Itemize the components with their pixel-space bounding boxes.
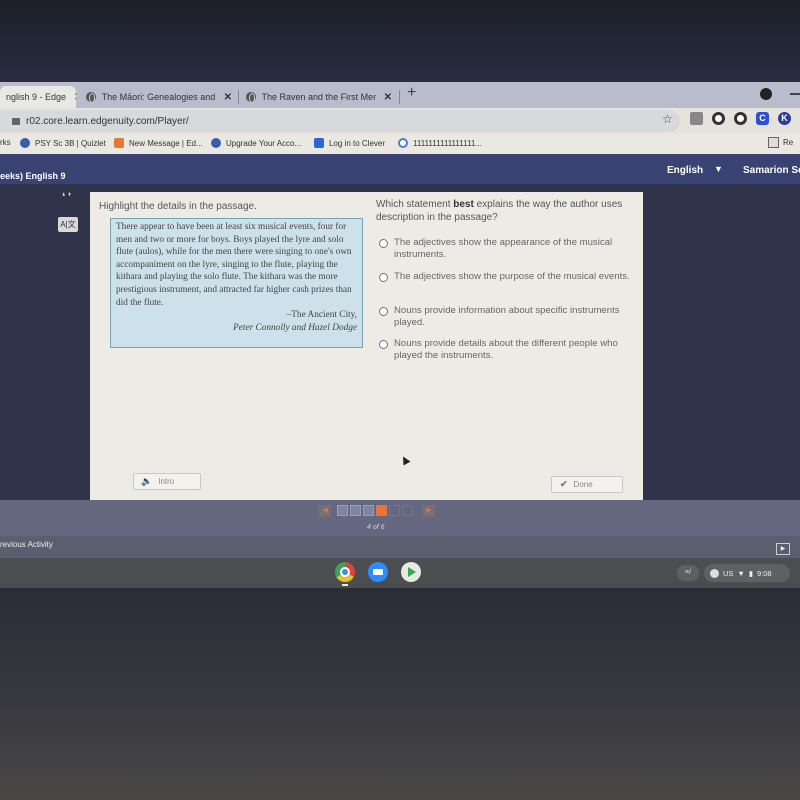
address-bar[interactable]: r02.core.learn.edgenuity.com/Player/ <box>0 110 680 132</box>
radio-button[interactable] <box>379 307 388 316</box>
user-name[interactable]: Samarion Se <box>743 165 800 176</box>
page-count: 4 of 6 <box>367 524 385 531</box>
answer-option-4[interactable]: Nouns provide details about the differen… <box>379 338 641 362</box>
dictionary-icon[interactable]: A|文 <box>58 217 78 232</box>
language-selector[interactable]: English <box>667 165 703 176</box>
bookmark-apps[interactable]: rks <box>0 138 11 147</box>
minimize-icon[interactable] <box>790 93 800 95</box>
status-tray[interactable]: US ▼ ▮ 9:08 <box>704 564 790 582</box>
chat-icon[interactable] <box>712 112 725 125</box>
power-icon[interactable] <box>734 112 747 125</box>
monitor-bezel-bottom <box>0 588 800 800</box>
quizlet-icon <box>211 138 221 148</box>
quizlet-icon <box>20 138 30 148</box>
input-method: US <box>723 568 734 578</box>
answer-option-2[interactable]: The adjectives show the purpose of the m… <box>379 271 641 283</box>
instruction-text: Highlight the details in the passage. <box>99 201 257 212</box>
done-button[interactable]: ✔ Done <box>551 476 623 493</box>
tab-raven[interactable]: The Raven and the First Men: Th ✕ <box>240 86 398 108</box>
chevron-down-icon[interactable]: ▼ <box>714 164 723 174</box>
tab-strip: nglish 9 - Edge ✕ The Māori: Genealogies… <box>0 82 800 108</box>
profile-icon[interactable] <box>760 88 772 100</box>
page-square-6[interactable] <box>402 505 413 516</box>
site-info-icon[interactable] <box>12 117 20 125</box>
close-tab-icon[interactable]: ✕ <box>384 92 392 103</box>
tab-maori[interactable]: The Māori: Genealogies and Orig ✕ <box>80 86 238 108</box>
next-activity-button[interactable]: ▶ <box>776 543 790 555</box>
bookmark-star-icon[interactable]: ☆ <box>662 112 673 126</box>
passage-source: –The Ancient City, <box>286 310 357 321</box>
wifi-icon: ▼ <box>737 568 745 578</box>
course-title: eeks) English 9 <box>0 171 66 181</box>
clever-c-icon[interactable]: C <box>756 112 769 125</box>
clipboard-icon[interactable]: ≡/ <box>677 565 699 581</box>
tab-divider <box>238 90 239 104</box>
bookmark-clever[interactable]: Log in to Clever <box>314 138 385 148</box>
play-store-icon[interactable] <box>401 562 421 582</box>
app-header: eeks) English 9 English ▼ Samarion Se <box>0 154 800 184</box>
edmodo-icon <box>114 138 124 148</box>
speaker-icon: 🔈 <box>141 476 153 486</box>
bookmark-quizlet[interactable]: PSY Sc 3B | Quizlet <box>20 138 106 148</box>
passage-box[interactable]: There appear to have been at least six m… <box>110 218 363 348</box>
previous-page-button[interactable]: ◀ <box>319 505 331 517</box>
monitor-bezel-top <box>0 0 800 82</box>
page-square-5[interactable] <box>389 505 400 516</box>
url-text: r02.core.learn.edgenuity.com/Player/ <box>26 115 189 127</box>
option-label: The adjectives show the purpose of the m… <box>394 271 630 282</box>
bookmark-loading[interactable]: 1111111111111111... <box>398 138 482 148</box>
globe-icon <box>246 92 256 103</box>
next-page-button[interactable]: ▶ <box>423 505 435 517</box>
clever-icon <box>314 138 324 148</box>
radio-button[interactable] <box>379 239 388 248</box>
page-navigator <box>0 500 800 536</box>
bookmark-upgrade[interactable]: Upgrade Your Acco... <box>211 138 301 148</box>
option-label: Nouns provide details about the differen… <box>394 338 618 361</box>
page-square-3[interactable] <box>363 505 374 516</box>
screencast-icon[interactable] <box>690 112 703 125</box>
checkmark-icon: ✔ <box>560 479 568 489</box>
loading-icon <box>398 138 408 148</box>
reading-list-icon <box>768 137 779 148</box>
option-label: The adjectives show the appearance of th… <box>394 237 613 260</box>
passage-text[interactable]: There appear to have been at least six m… <box>116 221 357 309</box>
close-tab-icon[interactable]: ✕ <box>74 92 76 103</box>
reading-list[interactable]: Re <box>768 137 793 148</box>
page-square-2[interactable] <box>350 505 361 516</box>
tab-english-9[interactable]: nglish 9 - Edge ✕ <box>0 86 76 108</box>
tab-title: The Raven and the First Men: Th <box>261 92 376 102</box>
close-tab-icon[interactable]: ✕ <box>224 92 232 103</box>
battery-icon: ▮ <box>748 568 753 578</box>
browser-toolbar: r02.core.learn.edgenuity.com/Player/ <box>0 108 800 134</box>
globe-icon <box>86 92 96 103</box>
question-prompt: Which statement best explains the way th… <box>376 199 623 223</box>
new-tab-button[interactable]: + <box>407 84 416 102</box>
radio-button[interactable] <box>379 273 388 282</box>
running-indicator <box>342 584 348 586</box>
bookmark-new-message[interactable]: New Message | Ed... <box>114 138 203 148</box>
tab-title: nglish 9 - Edge <box>6 92 67 102</box>
zoom-icon[interactable] <box>368 562 388 582</box>
tab-divider <box>399 90 400 104</box>
k-icon[interactable]: K <box>778 112 791 125</box>
previous-activity-link[interactable]: revious Activity <box>0 540 53 549</box>
clock: 9:08 <box>757 568 772 578</box>
passage-authors: Peter Connolly and Hazel Dodge <box>233 322 357 333</box>
answer-option-1[interactable]: The adjectives show the appearance of th… <box>379 237 641 261</box>
page-square-1[interactable] <box>337 505 348 516</box>
intro-button[interactable]: 🔈 Intro <box>133 473 201 490</box>
page-square-4[interactable] <box>376 505 387 516</box>
tab-title: The Māori: Genealogies and Orig <box>101 92 216 102</box>
notification-icon <box>710 568 719 578</box>
bookmarks-bar: rks PSY Sc 3B | Quizlet New Message | Ed… <box>0 134 800 154</box>
activity-footer <box>0 536 800 558</box>
text-to-speech-icon[interactable]: ❛ ❜ <box>62 192 71 203</box>
chrome-icon[interactable] <box>335 562 355 582</box>
radio-button[interactable] <box>379 340 388 349</box>
option-label: Nouns provide information about specific… <box>394 305 620 328</box>
answer-option-3[interactable]: Nouns provide information about specific… <box>379 305 641 329</box>
